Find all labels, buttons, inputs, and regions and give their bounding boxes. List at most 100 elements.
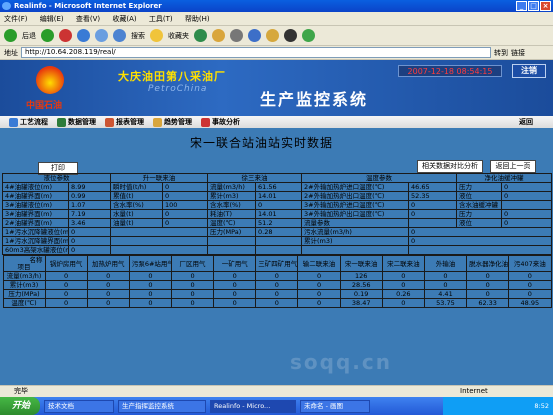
forward-arrow-icon[interactable]: [41, 29, 54, 42]
row-value: 0: [128, 271, 172, 281]
menu-bar: 文件(F) 编辑(E) 查看(V) 收藏(A) 工具(T) 帮助(H): [0, 12, 553, 26]
row-value: 0: [213, 289, 257, 299]
taskbar: 开始 技术文档 生产指挥监控系统 Realinfo - Micro... 未命名…: [0, 397, 553, 415]
row-value: 0: [162, 209, 208, 219]
messenger-icon[interactable]: [302, 29, 315, 42]
lower-col-header: 外输油: [423, 255, 468, 272]
row-label: 3#油罐界面(m): [2, 209, 69, 219]
menu-file[interactable]: 文件(F): [4, 15, 28, 23]
row-spacer: [110, 245, 208, 255]
title-bar: Realinfo - Microsoft Internet Explorer _…: [0, 0, 553, 12]
go-button[interactable]: 转到: [494, 48, 508, 58]
start-button[interactable]: 开始: [0, 397, 40, 415]
task-realinfo[interactable]: Realinfo - Micro...: [210, 399, 296, 413]
stop-icon[interactable]: [59, 29, 72, 42]
menu-tools[interactable]: 工具(T): [149, 15, 173, 23]
header-cell: 液位参数: [2, 173, 111, 183]
row-value: 0: [44, 289, 88, 299]
menu-view[interactable]: 查看(V): [76, 15, 100, 23]
row-value: 0: [68, 245, 111, 255]
nav-report[interactable]: 报表管理: [105, 117, 144, 127]
process-icon: [9, 117, 18, 127]
back-button[interactable]: 后退: [22, 31, 36, 41]
prev-page-button[interactable]: 返回上一页: [490, 160, 536, 173]
task-monitoring-system[interactable]: 生产指挥监控系统: [118, 399, 206, 413]
minimize-button[interactable]: _: [516, 1, 527, 11]
row-label: 温度(℃): [2, 298, 46, 308]
browser-window: Realinfo - Microsoft Internet Explorer _…: [0, 0, 553, 415]
table-row: 温度(℃) 0 0 0 0 0 0 0 38.47 0 53.75 62.33 48.95: [2, 298, 552, 308]
nav-bar: 工艺流程 数据管理 报表管理 趋势管理 事故分析 返回: [0, 116, 553, 128]
media-icon[interactable]: [194, 29, 207, 42]
header-cell: 升一联来油: [110, 173, 208, 183]
menu-edit[interactable]: 编辑(E): [40, 15, 64, 23]
nav-accident[interactable]: 事故分析: [201, 117, 240, 127]
home-icon[interactable]: [95, 29, 108, 42]
menu-help[interactable]: 帮助(H): [185, 15, 210, 23]
header-cell: 徐三来油: [207, 173, 302, 183]
row-value: 0: [508, 280, 552, 290]
mail-icon[interactable]: [212, 29, 225, 42]
address-input[interactable]: http://10.64.208.119/real/: [21, 47, 491, 58]
lower-col-header: 污407来油: [508, 255, 552, 272]
print-icon[interactable]: [230, 29, 243, 42]
table-row: 1#污水沉降罐界面(m) 0 累计(m3) 0: [2, 236, 552, 246]
folder-icon[interactable]: [266, 29, 279, 42]
row-spacer: [110, 236, 208, 246]
row-value: 0: [297, 298, 341, 308]
row-value: 0: [86, 289, 130, 299]
page-title: 宋一联合站油站实时数据: [190, 136, 334, 150]
compare-button[interactable]: 相关数据对比分析: [417, 160, 483, 173]
edit-icon[interactable]: [248, 29, 261, 42]
nav-back-button[interactable]: 返回: [519, 117, 533, 127]
refresh-icon[interactable]: [77, 29, 90, 42]
row-value: 8.99: [68, 182, 111, 192]
row-value: 0: [44, 271, 88, 281]
table-row: 60m3高架水罐液位(m) 0: [2, 245, 552, 255]
search-button[interactable]: 搜索: [131, 31, 145, 41]
task-paint[interactable]: 未命名 - 画图: [300, 399, 370, 413]
row-value: 0: [162, 191, 208, 201]
nav-process[interactable]: 工艺流程: [9, 117, 48, 127]
row-value: 0: [170, 271, 215, 281]
favorites-star-icon[interactable]: [150, 29, 163, 42]
row-value: 0: [501, 191, 552, 201]
maximize-button[interactable]: □: [528, 1, 539, 11]
menu-favorites[interactable]: 收藏(A): [112, 15, 136, 23]
page-content: 中国石油 大庆油田第八采油厂 PetroChina 生产监控系统 2007-12…: [0, 60, 553, 385]
row-value: 0.99: [68, 191, 111, 201]
row-label: 流量(m3/h): [207, 182, 256, 192]
table-row: 2#油罐界面(m) 3.46 油量(t) 0 温度(℃) 51.2 流量参数 液位 0: [2, 218, 552, 228]
row-value: 62.33: [466, 298, 510, 308]
favorites-button[interactable]: 收藏夹: [168, 31, 189, 41]
row-value: 0: [255, 200, 302, 210]
trend-icon: [153, 117, 162, 127]
toolbar: 后退 搜索 收藏夹: [0, 26, 553, 46]
header-banner: 中国石油 大庆油田第八采油厂 PetroChina 生产监控系统 2007-12…: [0, 60, 553, 116]
logout-button[interactable]: 注销: [512, 64, 546, 78]
nav-trend[interactable]: 趋势管理: [153, 117, 192, 127]
row-value: [255, 236, 302, 246]
row-value: 0: [162, 218, 208, 228]
row-label: 瞬时值(t/h): [110, 182, 163, 192]
links-button[interactable]: 链接: [511, 48, 525, 58]
table-header-row: 液位参数 升一联来油 徐三来油 温度参数 净化油缓冲罐: [2, 173, 552, 183]
row-value: 0: [213, 280, 257, 290]
lower-col-header: 厂区用气: [170, 255, 215, 272]
row-value: 51.2: [255, 218, 302, 228]
row-label: 1#污水沉降罐界面(m): [2, 236, 69, 246]
row-value: [408, 245, 552, 255]
row-value: 0.28: [255, 227, 302, 237]
row-label: 60m3高架水罐液位(m): [2, 245, 69, 255]
task-tech-docs[interactable]: 技术文档: [44, 399, 114, 413]
row-label: 油量(t): [110, 218, 163, 228]
qq-icon[interactable]: [284, 29, 297, 42]
nav-data[interactable]: 数据管理: [57, 117, 96, 127]
back-arrow-icon[interactable]: [4, 29, 17, 42]
close-button[interactable]: ×: [540, 1, 551, 11]
row-value: 0: [44, 280, 88, 290]
row-value: 0: [466, 280, 510, 290]
search-icon[interactable]: [113, 29, 126, 42]
status-bar: 完毕 Internet: [0, 385, 553, 397]
watermark: soqq.cn: [290, 350, 392, 374]
